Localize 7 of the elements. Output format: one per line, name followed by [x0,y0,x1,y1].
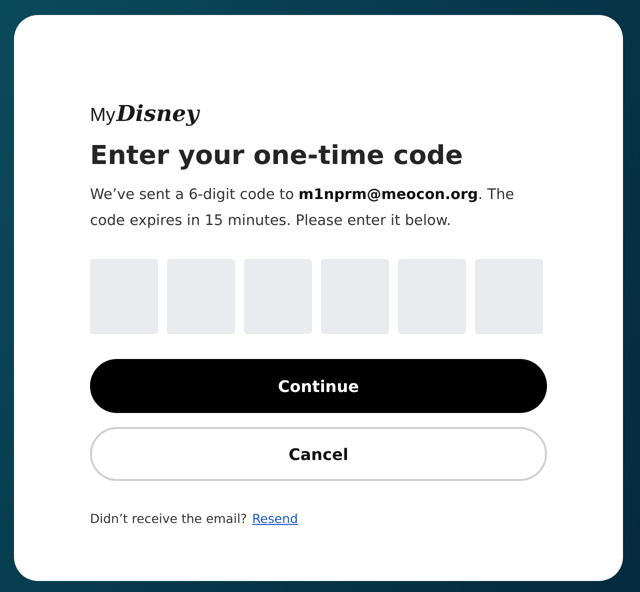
instruction-text: We’ve sent a 6-digit code to m1nprm@meocon.org. The code expires in 15 minutes. Please enter it below. [90,186,516,231]
dialog-title: Enter your one-time code [90,140,464,173]
resend-link[interactable]: Resend [252,511,298,526]
continue-button[interactable]: Continue [90,359,547,413]
logo: MyDisney [90,100,202,125]
cancel-button[interactable]: Cancel [90,427,547,481]
footer-text: Didn’t receive the email? [90,511,248,526]
